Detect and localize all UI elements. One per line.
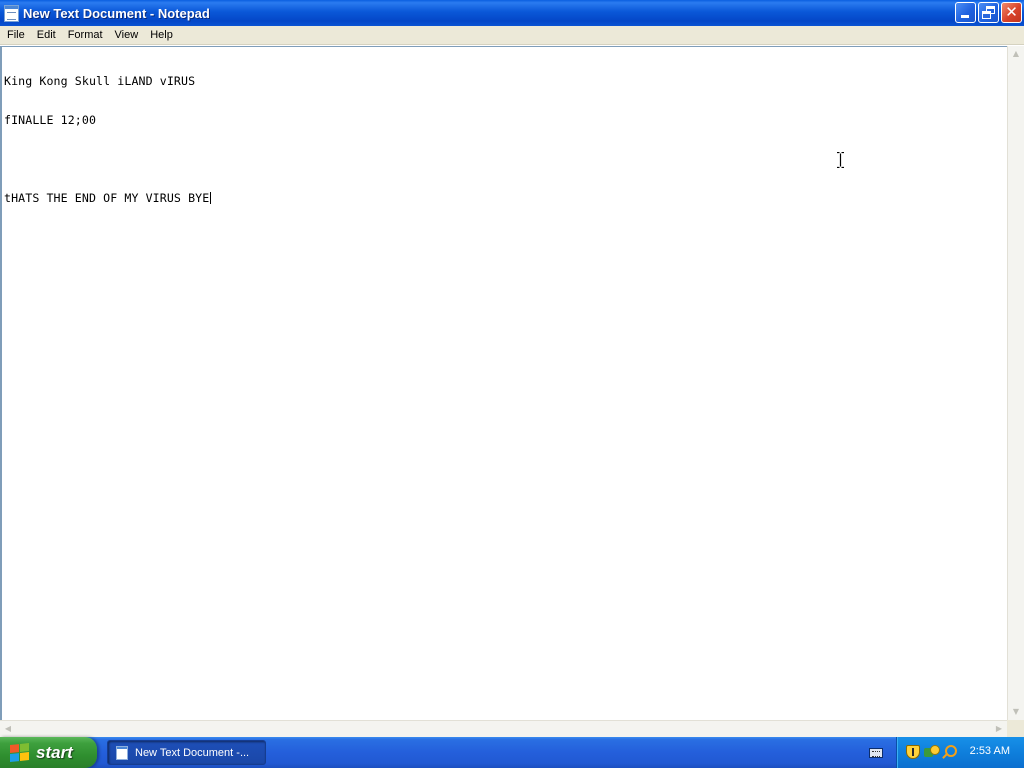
- restore-button[interactable]: [978, 2, 999, 23]
- close-button[interactable]: ✕: [1001, 2, 1022, 23]
- ibeam-cursor-icon: [837, 152, 844, 168]
- editor-line-last: tHATS THE END OF MY VIRUS BYE: [4, 191, 212, 205]
- editor-line: fINALLE 12;00: [4, 113, 97, 127]
- text-caret: [210, 192, 212, 204]
- security-shield-icon[interactable]: [906, 745, 920, 759]
- menu-edit[interactable]: Edit: [31, 27, 62, 44]
- scroll-left-icon[interactable]: ◀: [0, 721, 16, 737]
- notepad-icon: [116, 745, 128, 760]
- scroll-right-icon[interactable]: ▶: [991, 721, 1007, 737]
- windows-logo-icon: [10, 742, 30, 762]
- start-button[interactable]: start: [0, 737, 97, 768]
- editor-line-text: tHATS THE END OF MY VIRUS BYE: [4, 191, 210, 205]
- minimize-icon: [961, 15, 969, 18]
- notepad-icon[interactable]: [4, 4, 19, 22]
- window-title: New Text Document - Notepad: [23, 5, 210, 21]
- menu-help[interactable]: Help: [144, 27, 179, 44]
- window-controls: ✕: [955, 2, 1022, 23]
- horizontal-scrollbar[interactable]: ◀ ▶: [0, 720, 1007, 737]
- clock[interactable]: 2:53 AM: [970, 745, 1010, 757]
- vertical-scrollbar[interactable]: ▲ ▼: [1007, 46, 1024, 720]
- system-tray: 2:53 AM: [896, 737, 1024, 768]
- menu-file[interactable]: File: [1, 27, 31, 44]
- restore-icon-front: [982, 11, 991, 19]
- text-editor[interactable]: King Kong Skull iLAND vIRUS fINALLE 12;0…: [0, 46, 1007, 720]
- taskbar-button-label: New Text Document -...: [135, 746, 250, 759]
- scroll-up-icon[interactable]: ▲: [1008, 46, 1024, 62]
- taskbar: start New Text Document -... 2:53 AM: [0, 737, 1024, 768]
- menu-format[interactable]: Format: [62, 27, 109, 44]
- window-titlebar[interactable]: New Text Document - Notepad ✕: [0, 0, 1024, 26]
- search-icon[interactable]: [942, 745, 957, 759]
- editor-line: King Kong Skull iLAND vIRUS: [4, 74, 196, 88]
- minimize-button[interactable]: [955, 2, 976, 23]
- menu-bar: File Edit Format View Help: [0, 26, 1024, 45]
- editor-content[interactable]: King Kong Skull iLAND vIRUS fINALLE 12;0…: [4, 49, 212, 231]
- taskbar-button-notepad[interactable]: New Text Document -...: [107, 740, 266, 765]
- close-icon: ✕: [1005, 3, 1018, 21]
- scroll-down-icon[interactable]: ▼: [1008, 704, 1024, 720]
- start-label: start: [36, 742, 73, 762]
- menu-view[interactable]: View: [109, 27, 145, 44]
- network-icon[interactable]: [924, 745, 940, 759]
- size-grip[interactable]: [1007, 720, 1024, 737]
- keyboard-icon[interactable]: [869, 748, 883, 758]
